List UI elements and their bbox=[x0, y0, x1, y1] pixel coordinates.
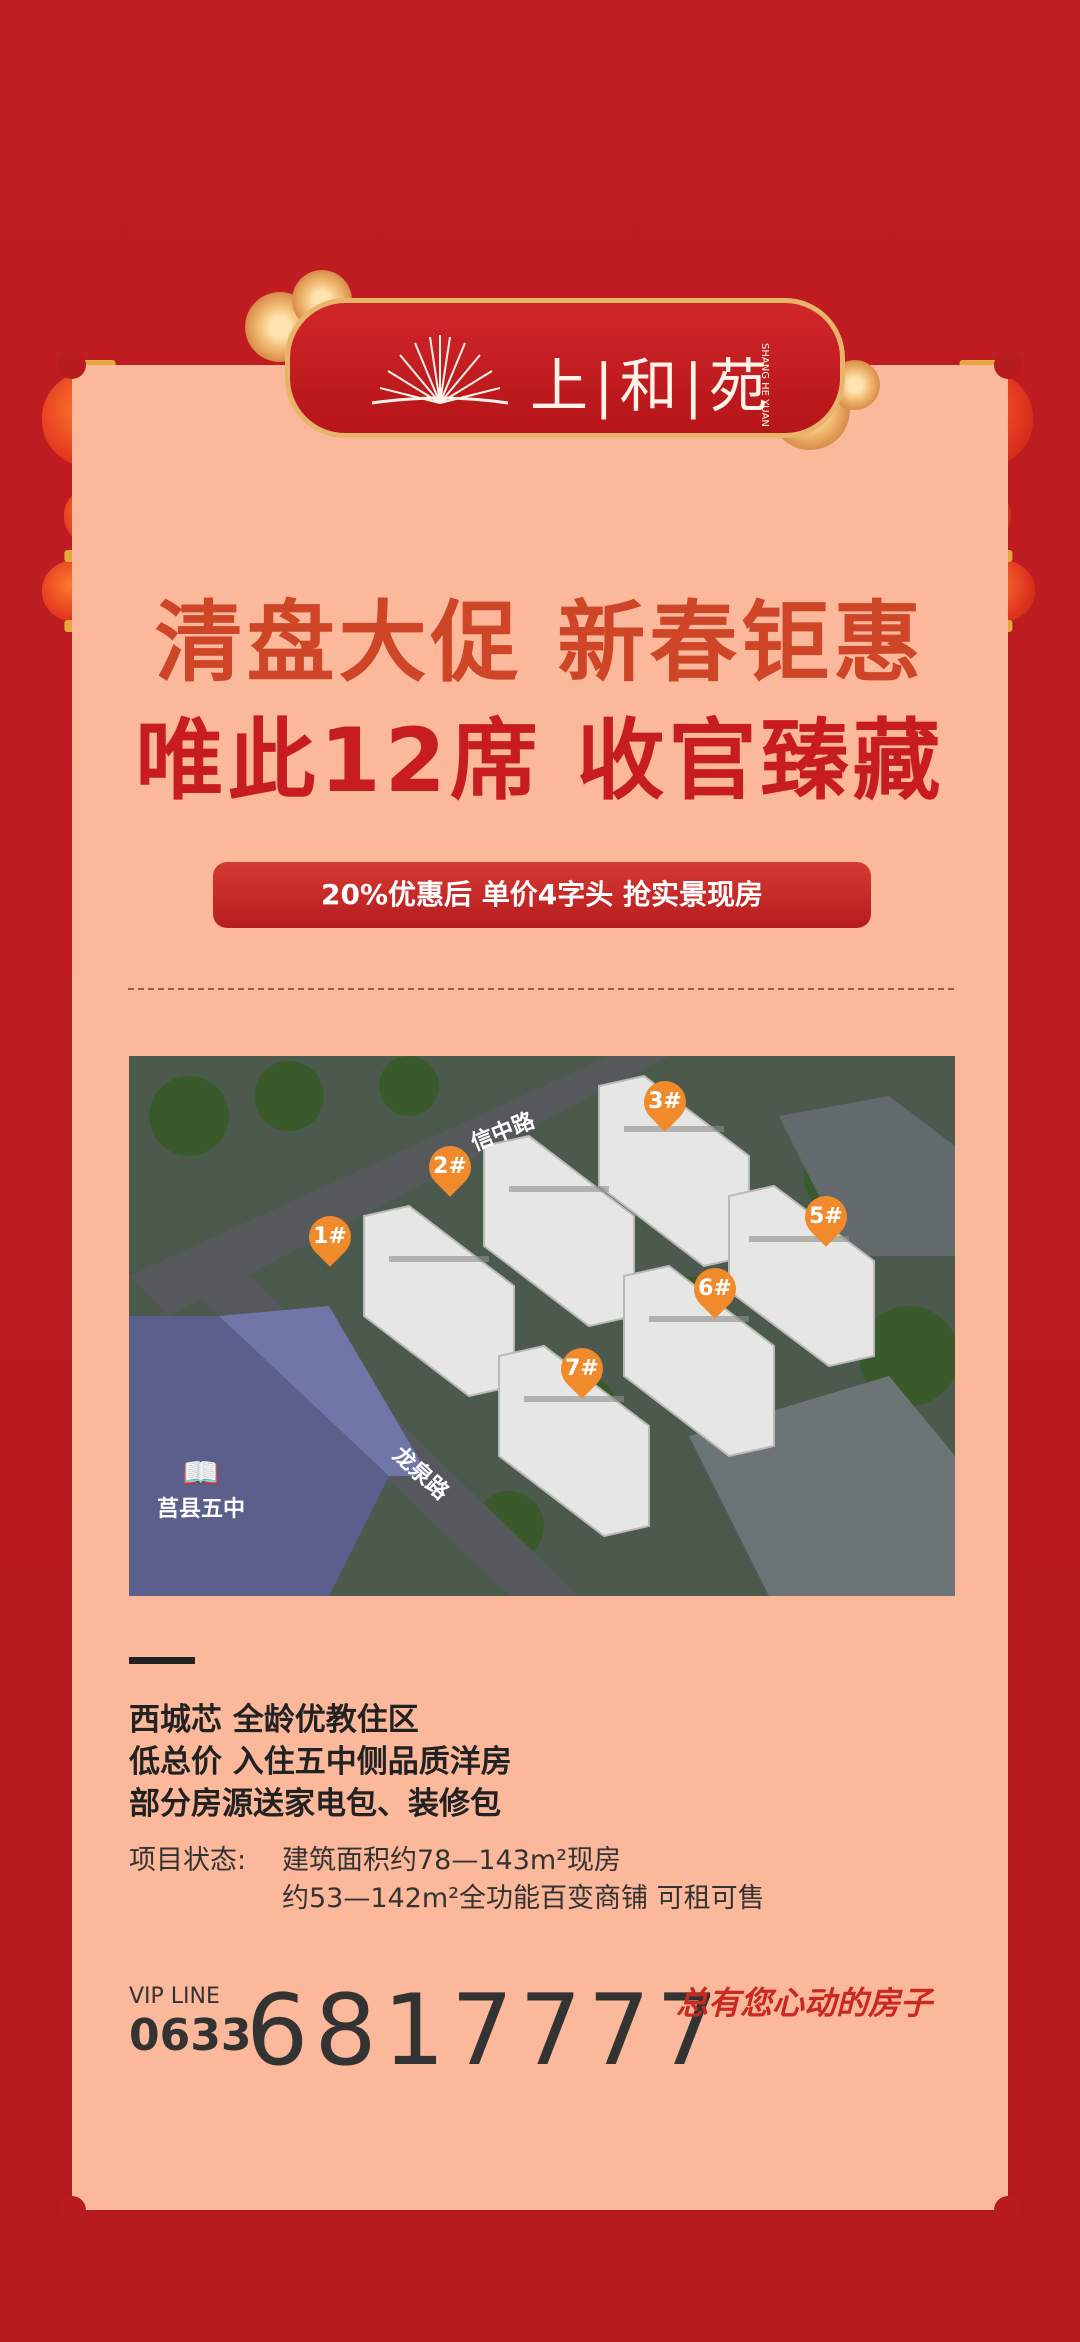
brand-name: 上|和|苑 bbox=[530, 352, 774, 420]
building-pin-7: 7# bbox=[552, 1339, 612, 1399]
slogan: 总有您心动的房子 bbox=[676, 1984, 933, 2022]
building-pin-5: 5# bbox=[796, 1187, 856, 1247]
feature-line-1: 西城芯 全龄优教住区 bbox=[129, 1702, 419, 1738]
brand-pinyin: SHANG HE YUAN bbox=[759, 343, 770, 427]
poster: 上|和|苑 SHANG HE YUAN 清盘大促 新春钜惠 唯此12席 收官臻藏… bbox=[0, 0, 1080, 2342]
status-label: 项目状态: bbox=[129, 1845, 247, 1876]
status-line-2: 约53—142m²全功能百变商铺 可租可售 bbox=[282, 1883, 765, 1914]
dashed-divider bbox=[128, 988, 954, 990]
building-pin-3: 3# bbox=[635, 1072, 695, 1132]
brand-logo: 上|和|苑 SHANG HE YUAN bbox=[285, 298, 845, 438]
feature-line-3: 部分房源送家电包、装修包 bbox=[129, 1786, 501, 1822]
building-pin-6: 6# bbox=[685, 1259, 745, 1319]
phone-number[interactable]: 6817777 bbox=[246, 1974, 724, 2088]
school-label: 📖 莒县五中 bbox=[157, 1456, 245, 1523]
school-name: 莒县五中 bbox=[157, 1497, 246, 1522]
feature-line-2: 低总价 入住五中侧品质洋房 bbox=[129, 1744, 512, 1780]
headline-line1: 清盘大促 新春钜惠 bbox=[154, 591, 926, 694]
fan-logo-icon bbox=[371, 335, 509, 405]
area-code: 0633 bbox=[129, 2010, 252, 2061]
section-marker bbox=[129, 1657, 195, 1664]
building-pin-2: 2# bbox=[420, 1137, 480, 1197]
vip-line-label: VIP LINE bbox=[129, 1984, 220, 2009]
status-line-1: 建筑面积约78—143m²现房 bbox=[282, 1845, 622, 1876]
promo-ribbon: 20%优惠后 单价4字头 抢实景现房 bbox=[213, 862, 871, 928]
book-icon: 📖 bbox=[182, 1456, 220, 1491]
aerial-illustration bbox=[129, 1056, 955, 1596]
headline-line2: 唯此12席 收官臻藏 bbox=[135, 709, 945, 812]
aerial-rendering: 1# 2# 3# 5# 6# 7# 信中路 龙泉路 📖 莒县五中 bbox=[129, 1056, 955, 1596]
building-pin-1: 1# bbox=[300, 1207, 360, 1267]
